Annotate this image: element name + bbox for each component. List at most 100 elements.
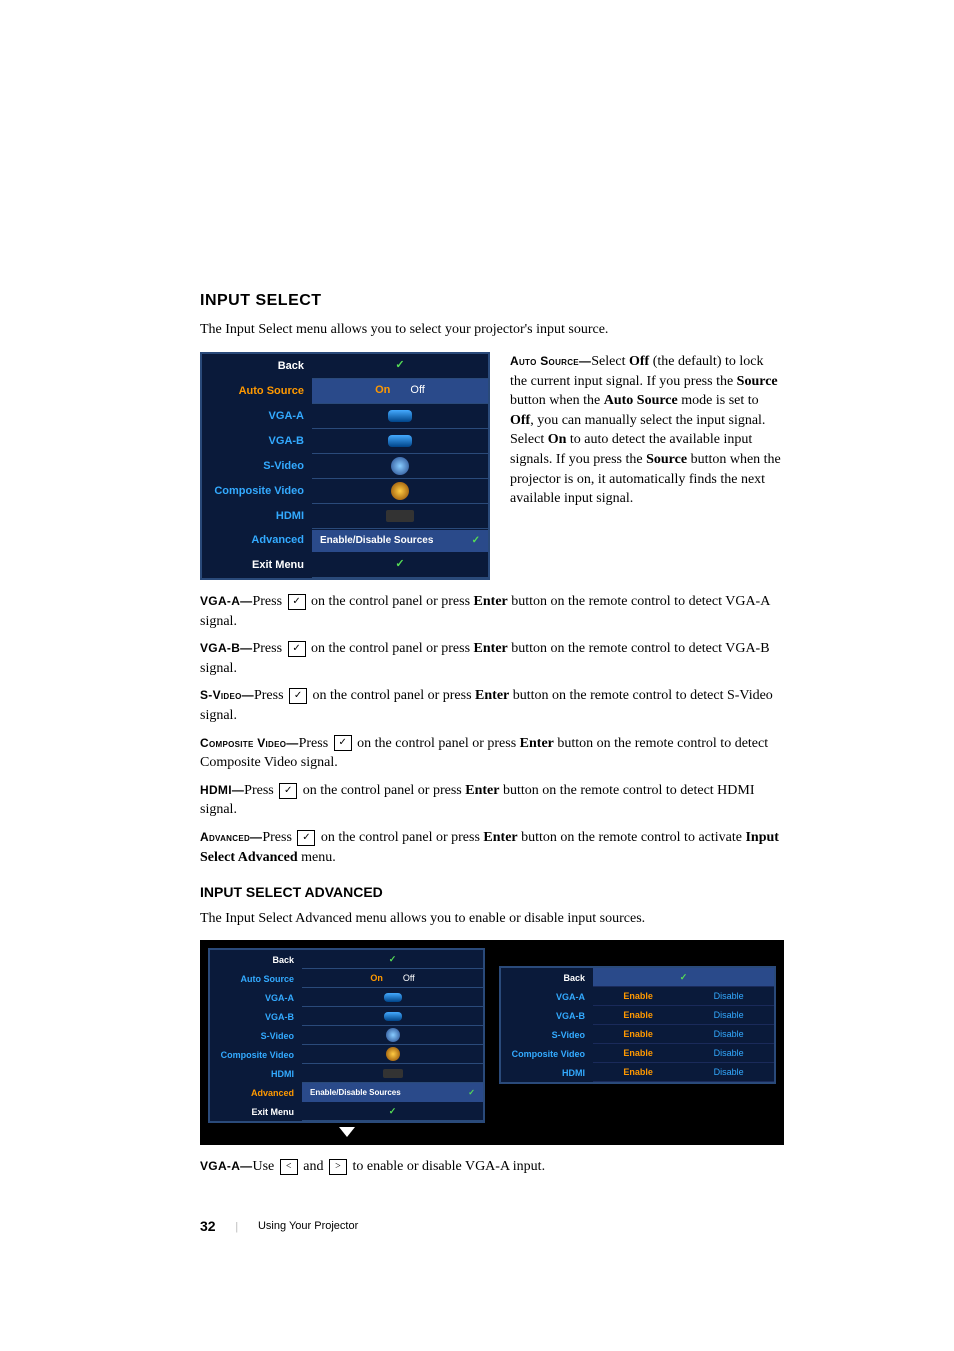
hdmi-icon — [386, 510, 414, 522]
enable: Enable — [623, 990, 653, 1003]
osd-exit: Exit Menu — [202, 558, 312, 573]
check-icon: ✓ — [389, 1105, 397, 1118]
text: to enable or disable VGA-A input. — [349, 1159, 545, 1174]
advanced-para: Advanced—Press ✓ on the control panel or… — [200, 828, 784, 867]
auto-source-text: Select Off (the default) to lock the cur… — [510, 354, 781, 506]
text: Use — [252, 1159, 277, 1174]
left-arrow-icon: < — [280, 1159, 298, 1175]
check-icon: ✓ — [395, 358, 404, 373]
text: Press — [252, 594, 285, 609]
on: On — [370, 972, 383, 985]
osd-on: On — [375, 383, 390, 398]
osd-hdmi: HDMI — [202, 509, 312, 524]
port-icon — [388, 410, 412, 422]
content-row: Back✓ Auto SourceOnOff VGA-A VGA-B S-Vid… — [200, 352, 784, 580]
svideo-para: S-Video—Press ✓ on the control panel or … — [200, 686, 784, 725]
diamond-icon — [386, 1047, 400, 1061]
check-icon: ✓ — [395, 557, 404, 572]
vga-a-2-para: VGA-A—Use < and > to enable or disable V… — [200, 1157, 784, 1177]
enable: Enable — [623, 1066, 653, 1079]
enter-icon: ✓ — [288, 641, 306, 657]
text: Press — [252, 641, 285, 656]
port-icon — [384, 993, 402, 1002]
enter-icon: ✓ — [289, 688, 307, 704]
page: INPUT SELECT The Input Select menu allow… — [0, 0, 954, 1297]
vga-a-label: VGA-A— — [200, 594, 252, 608]
r-vga-b: VGA-B — [501, 1010, 593, 1023]
section-title: INPUT SELECT — [200, 290, 784, 312]
r-hdmi: HDMI — [501, 1067, 593, 1080]
diamond-icon — [391, 482, 409, 500]
arrow-down-icon — [339, 1127, 355, 1137]
vga-b-para: VGA-B—Press ✓ on the control panel or pr… — [200, 639, 784, 678]
composite-para: Composite Video—Press ✓ on the control p… — [200, 734, 784, 773]
osd-menu-1: Back✓ Auto SourceOnOff VGA-A VGA-B S-Vid… — [200, 352, 490, 580]
right-arrow-icon: > — [329, 1159, 347, 1175]
osd-advanced: Advanced — [202, 533, 312, 548]
footer-separator: | — [236, 1218, 238, 1235]
enable: Enable — [623, 1009, 653, 1022]
check-icon: ✓ — [680, 971, 688, 984]
osd-box: Back✓ Auto SourceOnOff VGA-A VGA-B S-Vid… — [200, 352, 490, 580]
footer-text: Using Your Projector — [258, 1219, 358, 1234]
text: Press — [254, 688, 287, 703]
text: Press — [262, 830, 295, 845]
sub-title: INPUT SELECT ADVANCED — [200, 883, 784, 903]
text: Press — [244, 783, 277, 798]
disable: Disable — [714, 1028, 744, 1041]
round-icon — [386, 1028, 400, 1042]
osd-pair: Back ✓ Auto Source On Off VGA-A VGA-B S-Vid… — [200, 940, 784, 1145]
hdmi-para: HDMI—Press ✓ on the control panel or pre… — [200, 781, 784, 820]
osd-back: Back — [210, 954, 302, 967]
osd-menu-2b: Back ✓ VGA-A Enable Disable VGA-B Enable Disa… — [499, 966, 776, 1084]
osd-menu-2a: Back ✓ Auto Source On Off VGA-A VGA-B S-Vid… — [208, 948, 485, 1123]
osd-vga-b: VGA-B — [202, 434, 312, 449]
hdmi-icon — [383, 1069, 403, 1078]
osd-vga-b: VGA-B — [210, 1011, 302, 1024]
enter-icon: ✓ — [279, 783, 297, 799]
osd-back: Back — [501, 972, 593, 985]
osd-enable-text: Enable/Disable Sources — [320, 534, 433, 548]
check-icon: ✓ — [472, 534, 480, 548]
intro-text: The Input Select menu allows you to sele… — [200, 320, 784, 340]
osd-auto: Auto Source — [210, 973, 302, 986]
osd-exit: Exit Menu — [210, 1106, 302, 1119]
r-cv: Composite Video — [501, 1048, 593, 1061]
check-icon: ✓ — [468, 1087, 475, 1098]
disable: Disable — [714, 1066, 744, 1079]
osd-adv: Advanced — [210, 1087, 302, 1100]
enter-icon: ✓ — [288, 594, 306, 610]
vga-a-para: VGA-A—Press ✓ on the control panel or pr… — [200, 592, 784, 631]
osd-sv: S-Video — [210, 1030, 302, 1043]
advanced-label: Advanced— — [200, 830, 262, 844]
port-icon — [388, 435, 412, 447]
port-icon — [384, 1012, 402, 1021]
r-vga-a: VGA-A — [501, 991, 593, 1004]
hdmi-label: HDMI— — [200, 783, 244, 797]
osd-vga-a: VGA-A — [202, 409, 312, 424]
svideo-label: S-Video— — [200, 688, 254, 702]
enable: Enable — [623, 1047, 653, 1060]
text: Press — [299, 736, 332, 751]
check-icon: ✓ — [389, 953, 397, 966]
auto-source-desc: Auto Source—Select Off (the default) to … — [510, 352, 784, 580]
off: Off — [403, 972, 415, 985]
enable: Enable — [623, 1028, 653, 1041]
osd-back: Back — [202, 359, 312, 374]
disable: Disable — [714, 1009, 744, 1022]
vga-b-label: VGA-B— — [200, 641, 252, 655]
text: and — [300, 1159, 327, 1174]
osd-composite: Composite Video — [202, 484, 312, 499]
composite-label: Composite Video— — [200, 736, 299, 750]
r-sv: S-Video — [501, 1029, 593, 1042]
osd-off: Off — [410, 383, 424, 398]
enter-icon: ✓ — [297, 830, 315, 846]
sub-intro: The Input Select Advanced menu allows yo… — [200, 909, 784, 929]
enter-icon: ✓ — [334, 735, 352, 751]
osd-svideo: S-Video — [202, 459, 312, 474]
osd-cv: Composite Video — [210, 1049, 302, 1062]
page-number: 32 — [200, 1217, 216, 1237]
osd-hdmi: HDMI — [210, 1068, 302, 1081]
osd-vga-a: VGA-A — [210, 992, 302, 1005]
auto-source-label: Auto Source— — [510, 354, 591, 368]
